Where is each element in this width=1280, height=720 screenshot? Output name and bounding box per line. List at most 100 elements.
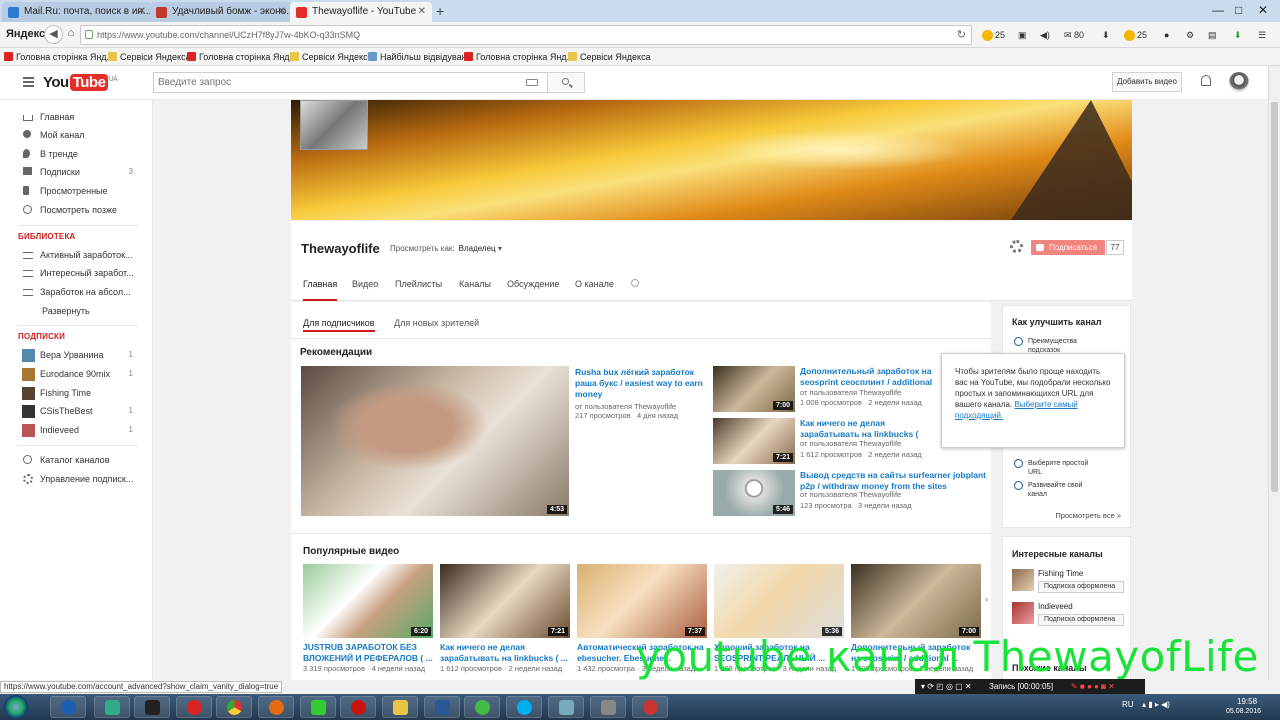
bookmark-yandex-services[interactable]: Сервіси Яндекса	[290, 52, 373, 62]
taskbar-app[interactable]	[50, 696, 86, 718]
bookmark-most-visited[interactable]: Найбільш відвідувані	[368, 52, 469, 62]
tab-playlists[interactable]: Плейлисты	[395, 279, 442, 301]
video-thumbnail[interactable]: 5:36	[714, 564, 844, 638]
sidebar-item-browse-channels[interactable]: Каталог каналов	[0, 451, 153, 469]
sidebar-item-playlist[interactable]: Интересный заработ...	[0, 264, 153, 282]
clock-time[interactable]: 19:58	[1237, 697, 1257, 706]
back-button[interactable]: ◀	[44, 25, 63, 44]
step-radio[interactable]	[1014, 481, 1023, 490]
speaker-icon[interactable]: ◀)	[1040, 29, 1050, 41]
sidebar-item-playlist[interactable]: Активный заработок...	[0, 246, 153, 264]
mail-extension[interactable]: ✉ 80	[1064, 29, 1084, 41]
weather-extension-2[interactable]: 25	[1124, 29, 1147, 42]
download-icon[interactable]: ⬇	[1102, 29, 1110, 41]
chevron-right-icon[interactable]: ›	[985, 594, 988, 604]
video-thumbnail[interactable]: 7:00	[713, 366, 795, 412]
bookmark-yandex-home[interactable]: Головна сторінка Янд...	[464, 52, 574, 62]
page-scrollbar[interactable]	[1268, 66, 1280, 680]
bell-icon[interactable]	[1201, 75, 1211, 86]
video-author[interactable]: от пользователя Thewayoflife	[800, 388, 901, 398]
tool-icon[interactable]: ⚙	[1186, 29, 1194, 41]
bookmark-yandex-home[interactable]: Головна сторінка Янд...	[187, 52, 297, 62]
taskbar-app[interactable]	[382, 696, 418, 718]
channel-avatar[interactable]	[1012, 602, 1034, 624]
gear-icon[interactable]	[1010, 240, 1023, 253]
sidebar-sub-channel[interactable]: Eurodance 90mix 1	[0, 365, 153, 383]
record-controls-icon[interactable]: ✎ ■ ● ● ◙ ✕	[1071, 679, 1115, 694]
recorder-controls-icon[interactable]: ▾ ⟳ ◰ ◎ ▢ ✕	[921, 679, 972, 694]
close-window-button[interactable]: ✕	[1258, 0, 1268, 20]
search-button[interactable]	[547, 72, 585, 93]
sidebar-item-playlist[interactable]: Заработок на абсол...	[0, 283, 153, 301]
sidebar-item-my-channel[interactable]: Мой канал	[0, 126, 153, 144]
channel-name[interactable]: Fishing Time	[1038, 569, 1083, 578]
channel-title[interactable]: Thewayoflife	[301, 241, 380, 256]
sidebar-item-subscriptions[interactable]: Подписки 3	[0, 163, 153, 181]
browser-tab-youtube[interactable]: Thewayoflife - YouTube ✕	[290, 2, 432, 22]
taskbar-app[interactable]	[424, 696, 460, 718]
video-thumbnail[interactable]: 7:21	[713, 418, 795, 464]
minimize-button[interactable]: —	[1212, 0, 1224, 20]
sidebar-item-home[interactable]: Главная	[0, 108, 153, 126]
home-icon[interactable]: ⌂	[64, 25, 78, 44]
tray-icons[interactable]: ▴ ▮ ▸ ◀)	[1142, 700, 1170, 709]
taskbar-app[interactable]	[176, 696, 212, 718]
featured-video-title[interactable]: Rusha bux лёгкий заработок раша букс / e…	[575, 367, 705, 400]
step-radio[interactable]	[1014, 337, 1023, 346]
sidebar-sub-channel[interactable]: Indieveed 1	[0, 421, 153, 439]
channel-name[interactable]: Indieveed	[1038, 602, 1073, 611]
scrollbar-thumb[interactable]	[1271, 102, 1278, 492]
close-icon[interactable]: ✕	[278, 2, 286, 22]
keyboard-icon[interactable]	[526, 79, 538, 86]
language-indicator[interactable]: RU	[1122, 700, 1134, 709]
browser-tab-mailru[interactable]: Mail.Ru: почта, поиск в ин... ✕	[2, 2, 152, 22]
video-title[interactable]: Как ничего не делая зарабатывать на link…	[800, 418, 940, 440]
shield-icon[interactable]: ⬇	[1234, 29, 1242, 41]
youtube-logo[interactable]: You Tube UA	[43, 74, 118, 91]
bookmark-yandex-services[interactable]: Сервіси Яндекса	[108, 52, 191, 62]
upload-video-button[interactable]: Добавить видео	[1112, 72, 1182, 92]
tab-about[interactable]: О канале	[575, 279, 614, 301]
taskbar-app[interactable]	[464, 696, 500, 718]
step-label[interactable]: Развивайте свой канал	[1028, 481, 1098, 499]
sidebar-sub-channel[interactable]: Вера Урванина 1	[0, 346, 153, 364]
subscribe-button[interactable]: Подписаться	[1031, 240, 1105, 255]
video-thumbnail[interactable]: 7:37	[577, 564, 707, 638]
search-input[interactable]	[153, 72, 548, 93]
tab-discussion[interactable]: Обсуждение	[507, 279, 559, 301]
sidebar-item-history[interactable]: Просмотренные	[0, 182, 153, 200]
tab-for-new-viewers[interactable]: Для новых зрителей	[394, 318, 479, 332]
taskbar-app[interactable]	[340, 696, 376, 718]
taskbar-app[interactable]	[258, 696, 294, 718]
avatar[interactable]	[1229, 72, 1249, 92]
start-button[interactable]	[4, 695, 28, 719]
expand-link[interactable]: Развернуть	[42, 306, 90, 316]
bookmark-yandex-home[interactable]: Головна сторінка Янд...	[4, 52, 114, 62]
sidebar-item-watch-later[interactable]: Посмотреть позже	[0, 201, 153, 219]
taskbar-app[interactable]	[300, 696, 336, 718]
video-thumbnail[interactable]: 7:21	[440, 564, 570, 638]
chat-icon[interactable]: ●	[1164, 29, 1169, 41]
video-title[interactable]: Как ничего не делая зарабатывать на link…	[440, 642, 570, 664]
sidebar-sub-channel[interactable]: CSisTheBest 1	[0, 402, 153, 420]
search-icon[interactable]	[631, 279, 639, 287]
browser-menu-icon[interactable]: ☰	[1258, 29, 1266, 41]
extension-icon[interactable]: ▣	[1018, 29, 1027, 41]
video-thumbnail[interactable]: 5:46	[713, 470, 795, 516]
video-author[interactable]: от пользователя Thewayoflife	[800, 490, 901, 500]
video-title[interactable]: JUSTRUB ЗАРАБОТОК БЕЗ ВЛОЖЕНИЙ И РЕФЕРАЛ…	[303, 642, 433, 664]
weather-extension[interactable]: 25	[982, 29, 1005, 42]
browser-tab-bomzh[interactable]: Удачливый бомж - эконо... ✕	[150, 2, 292, 22]
video-title[interactable]: Дополнительный заработок на seosprint се…	[800, 366, 940, 388]
close-icon[interactable]: ✕	[418, 2, 426, 22]
video-author[interactable]: от пользователя Thewayoflife	[800, 439, 901, 449]
channel-avatar[interactable]	[300, 100, 368, 150]
menu-icon[interactable]	[23, 77, 34, 89]
menu-icon[interactable]: ▤	[1208, 29, 1217, 41]
step-label[interactable]: Выберите простой URL	[1028, 459, 1098, 477]
taskbar-app[interactable]	[632, 696, 668, 718]
subscribed-button[interactable]: Подписка оформлена	[1038, 581, 1124, 593]
taskbar-app[interactable]	[216, 696, 252, 718]
tab-videos[interactable]: Видео	[352, 279, 378, 301]
video-thumbnail[interactable]: 7:00	[851, 564, 981, 638]
